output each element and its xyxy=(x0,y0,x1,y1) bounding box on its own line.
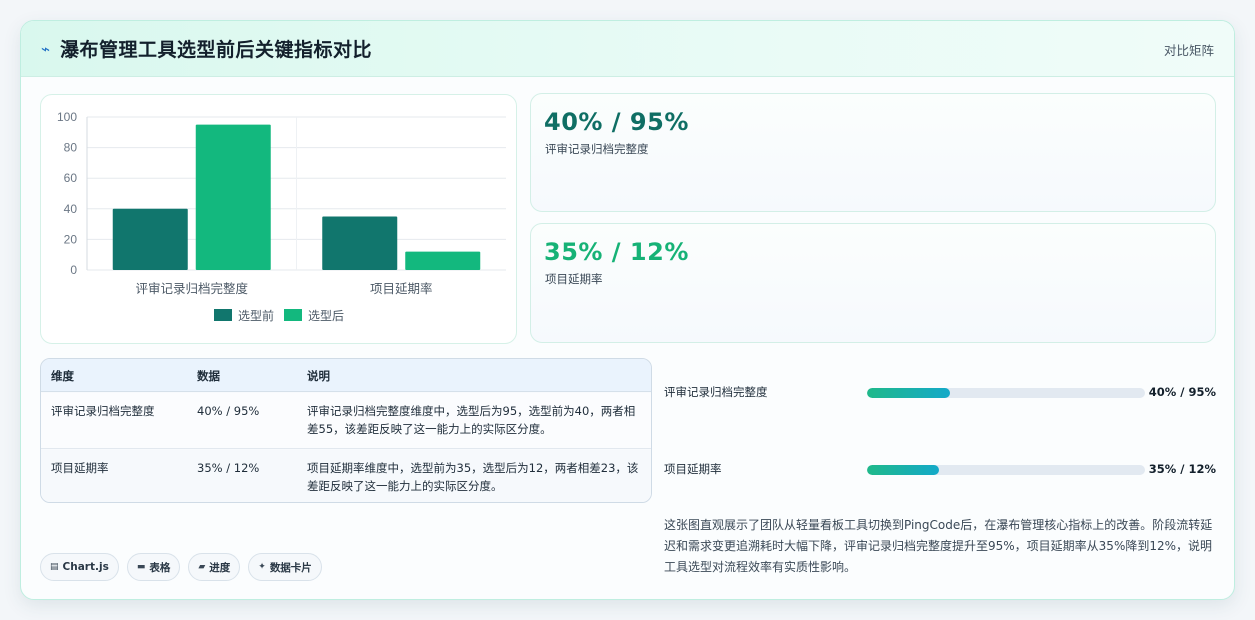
chip-label: 数据卡片 xyxy=(269,561,312,574)
chip-data-card[interactable]: ✦ 数据卡片 xyxy=(248,553,322,581)
chip-label: 进度 xyxy=(209,561,231,574)
x-tick-label: 项目延期率 xyxy=(370,281,433,296)
y-tick-label: 0 xyxy=(70,263,77,277)
kpi-value: 35% / 12% xyxy=(544,238,689,266)
page-title: 瀑布管理工具选型前后关键指标对比 xyxy=(60,39,373,61)
progress-track xyxy=(867,388,1145,398)
bar xyxy=(405,251,481,270)
legend-label: 选型后 xyxy=(308,309,344,323)
summary-text: 这张图直观展示了团队从轻量看板工具切换到PingCode后，在瀑布管理核心指标上… xyxy=(664,518,1213,574)
cell-data: 40% / 95% xyxy=(197,404,260,418)
chart-icon: ▤ xyxy=(50,562,59,572)
kpi-label: 评审记录归档完整度 xyxy=(545,142,649,156)
bar xyxy=(195,124,271,271)
cell-data: 35% / 12% xyxy=(197,461,260,475)
table-icon: ▬ xyxy=(136,562,146,572)
legend-swatch xyxy=(214,309,232,321)
bar xyxy=(112,208,188,270)
legend-swatch xyxy=(284,309,302,321)
progress-value: 35% / 12% xyxy=(1148,462,1216,476)
card-header: ⌁ 瀑布管理工具选型前后关键指标对比 对比矩阵 xyxy=(21,21,1234,77)
chip-chartjs[interactable]: ▤ Chart.js xyxy=(40,553,119,581)
tech-chips: ▤ Chart.js ▬ 表格 ▰ 进度 ✦ 数据卡片 xyxy=(40,553,322,581)
progress-fill xyxy=(867,388,951,398)
progress-label: 评审记录归档完整度 xyxy=(664,385,768,399)
matrix-label: 对比矩阵 xyxy=(1163,43,1214,58)
bar-chart: 0 20 40 60 80 100 评审记录归档完整度 项目延期率选型前 选型后 xyxy=(57,110,506,323)
lightning-icon: ⌁ xyxy=(41,39,51,58)
progress-fill xyxy=(867,465,940,475)
progress-value: 40% / 95% xyxy=(1148,385,1216,399)
chip-progress[interactable]: ▰ 进度 xyxy=(188,553,241,581)
y-tick-label: 100 xyxy=(57,110,77,124)
sparkle-icon: ✦ xyxy=(258,562,266,572)
cell-dimension: 项目延期率 xyxy=(51,461,109,475)
kpi-card-delay: 35% / 12% 项目延期率 xyxy=(530,223,1216,343)
cell-description: 项目延期率维度中，选型前为35，选型后为12，两者相差23，该差距反映了这一能力… xyxy=(307,461,639,493)
progress-track xyxy=(867,465,1145,475)
kpi-label: 项目延期率 xyxy=(545,272,603,286)
y-tick-label: 80 xyxy=(64,141,78,155)
table-row: 项目延期率 35% / 12% 项目延期率维度中，选型前为35，选型后为12，两… xyxy=(41,450,651,502)
cell-description: 评审记录归档完整度维度中，选型后为95，选型前为40，两者相差55，该差距反映了… xyxy=(307,404,636,436)
comparison-card: ⌁ 瀑布管理工具选型前后关键指标对比 对比矩阵 0 20 40 60 80 100 评审记录… xyxy=(20,20,1235,600)
legend-label: 选型前 xyxy=(238,308,274,323)
y-tick-label: 40 xyxy=(64,202,78,216)
x-tick-label: 评审记录归档完整度 xyxy=(135,281,248,296)
column-header-data: 数据 xyxy=(197,369,220,383)
column-header-description: 说明 xyxy=(307,369,330,383)
column-header-dimension: 维度 xyxy=(51,369,74,383)
bar xyxy=(322,216,398,270)
kpi-value: 40% / 95% xyxy=(544,108,689,136)
chip-label: 表格 xyxy=(149,561,171,574)
metrics-table: 维度 数据 说明 评审记录归档完整度 40% / 95% 评审记录归档完整度维度… xyxy=(40,358,652,503)
progress-icon: ▰ xyxy=(198,562,206,572)
bar-chart-panel: 0 20 40 60 80 100 评审记录归档完整度 项目延期率选型前 选型后 xyxy=(40,94,517,344)
y-tick-label: 20 xyxy=(64,232,78,246)
progress-row-delay: 项目延期率 35% / 12% xyxy=(664,460,1216,480)
table-header-row: 维度 数据 说明 xyxy=(41,359,651,392)
chip-table[interactable]: ▬ 表格 xyxy=(126,553,181,581)
progress-label: 项目延期率 xyxy=(664,462,722,476)
cell-dimension: 评审记录归档完整度 xyxy=(51,404,155,418)
y-tick-label: 60 xyxy=(64,171,78,185)
table-row: 评审记录归档完整度 40% / 95% 评审记录归档完整度维度中，选型后为95，… xyxy=(41,393,651,449)
progress-row-archive: 评审记录归档完整度 40% / 95% xyxy=(664,383,1216,403)
kpi-card-archive: 40% / 95% 评审记录归档完整度 xyxy=(530,93,1216,212)
chip-label: Chart.js xyxy=(62,561,109,573)
